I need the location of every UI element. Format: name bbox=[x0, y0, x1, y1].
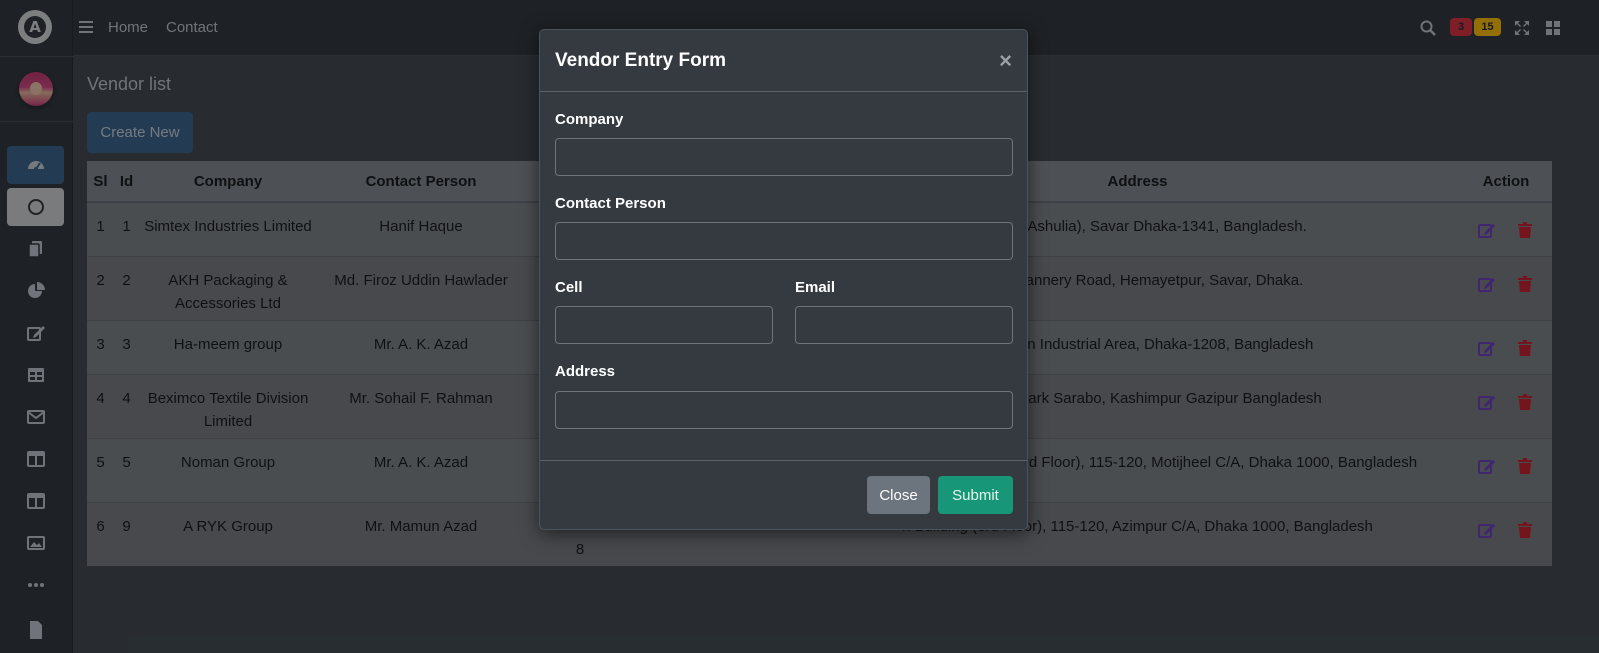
modal-title: Vendor Entry Form bbox=[555, 50, 727, 71]
email-label: Email bbox=[795, 279, 836, 296]
modal-footer-divider bbox=[540, 460, 1027, 461]
company-label: Company bbox=[555, 111, 624, 128]
modal-header: Vendor Entry Form × bbox=[540, 30, 1027, 92]
close-button[interactable]: Close bbox=[867, 476, 930, 514]
close-icon[interactable]: × bbox=[999, 50, 1012, 72]
email-input[interactable] bbox=[795, 306, 1013, 344]
submit-button[interactable]: Submit bbox=[938, 476, 1013, 514]
address-input[interactable] bbox=[555, 391, 1013, 429]
contact-person-label: Contact Person bbox=[555, 195, 666, 212]
company-input[interactable] bbox=[555, 138, 1013, 176]
cell-label: Cell bbox=[555, 279, 583, 296]
cell-input[interactable] bbox=[555, 306, 773, 344]
contact-person-input[interactable] bbox=[555, 222, 1013, 260]
vendor-entry-modal: Vendor Entry Form × Company Contact Pers… bbox=[539, 29, 1028, 530]
address-label: Address bbox=[555, 363, 616, 380]
